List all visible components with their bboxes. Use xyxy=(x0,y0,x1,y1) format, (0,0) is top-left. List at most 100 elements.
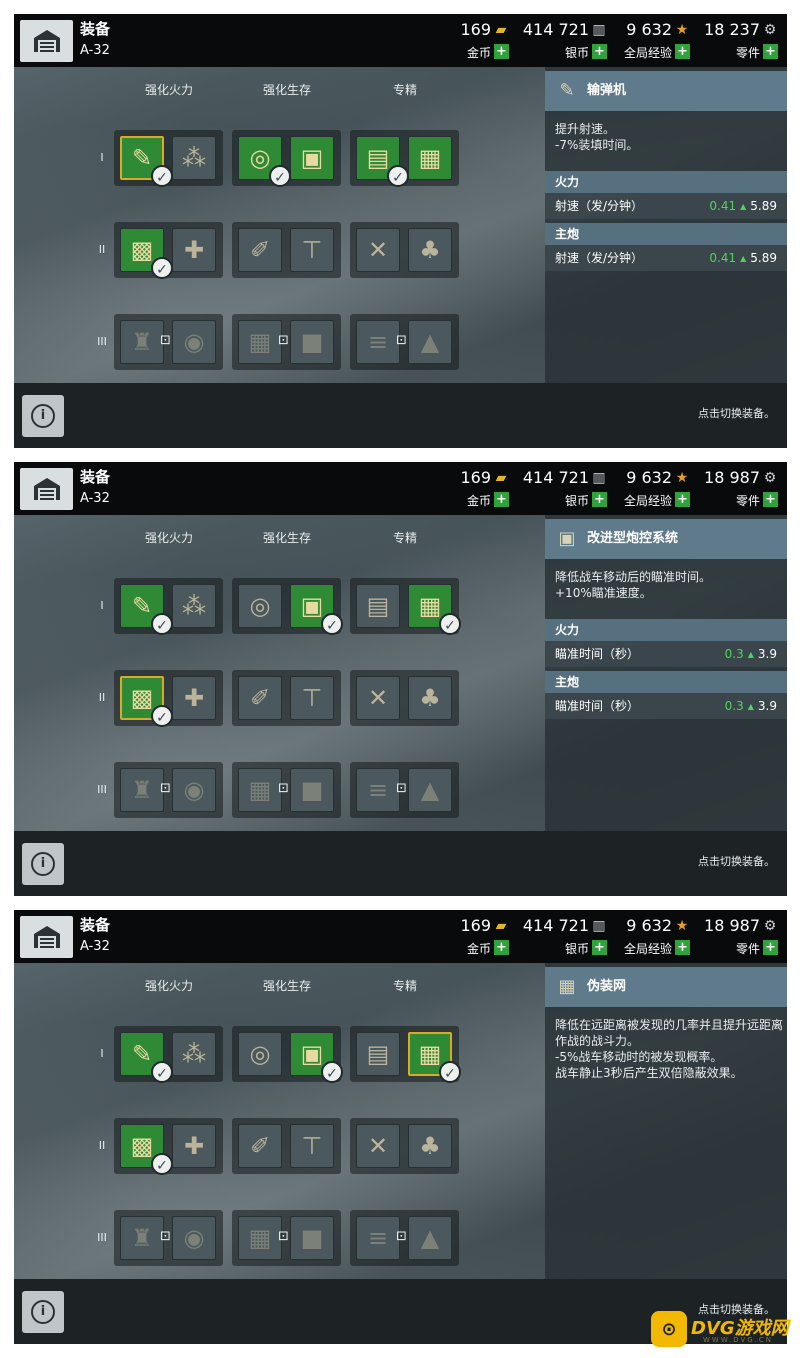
armor-kit-icon: ▣ xyxy=(300,144,324,172)
equipment-slot[interactable]: ▣ ✓ xyxy=(290,584,343,635)
equipment-slot[interactable]: ✎ ✓ xyxy=(120,584,173,635)
column-header: 强化火力 xyxy=(144,531,193,545)
gamepad-logo: ⊙ xyxy=(651,1311,687,1347)
garage-button[interactable] xyxy=(20,916,73,958)
equipment-slot[interactable]: ■ xyxy=(290,320,334,364)
equipment-slot[interactable]: ▦ xyxy=(238,320,282,364)
add-gear-button[interactable]: + xyxy=(763,492,778,507)
equipment-slot[interactable]: ▦ ✓ xyxy=(408,1032,461,1083)
equipment-slot[interactable]: ▦ ✓ xyxy=(408,584,461,635)
garage-button[interactable] xyxy=(20,20,73,62)
equipment-slot[interactable]: ✐ xyxy=(238,1124,282,1168)
equipment-slot[interactable]: ⊤ xyxy=(290,228,334,272)
tier-label: II xyxy=(98,691,106,704)
equipment-slot[interactable]: ✐ xyxy=(238,228,282,272)
equipment-slot[interactable]: ▦ xyxy=(408,136,452,180)
equipment-slot[interactable]: ⁂ xyxy=(172,136,216,180)
equipment-slot[interactable]: ✚ xyxy=(172,1124,216,1168)
equipment-slot[interactable]: ▩ ✓ xyxy=(120,228,173,279)
column-header: 专精 xyxy=(392,979,417,993)
gear-icon: ⚙ xyxy=(763,470,777,486)
equipment-slot[interactable]: ♜ xyxy=(120,320,164,364)
camo-net-icon: ▦ xyxy=(418,144,442,172)
equipment-slot[interactable]: ♜ xyxy=(120,768,164,812)
check-icon: ✓ xyxy=(151,613,173,635)
stat-value: 3.9 xyxy=(757,647,777,661)
info-button[interactable]: i xyxy=(22,395,64,437)
equipment-slot[interactable]: ✎ ✓ xyxy=(120,136,173,187)
add-gear-button[interactable]: + xyxy=(763,44,778,59)
equipment-slot[interactable]: ◎ xyxy=(238,584,282,628)
equipment-slot[interactable]: ▩ ✓ xyxy=(120,1124,173,1175)
turret-icon: ♜ xyxy=(131,1224,153,1252)
rammer-icon: ✎ xyxy=(559,80,575,101)
equipment-slot[interactable]: ✚ xyxy=(172,676,216,720)
equipment-slot[interactable]: ✎ ✓ xyxy=(120,1032,173,1083)
equipment-slot[interactable]: ▤ xyxy=(356,584,400,628)
cannon-icon: ▲ xyxy=(420,776,440,804)
equipment-slot[interactable]: ♣ xyxy=(408,228,452,272)
resource-label: 零件 xyxy=(735,942,760,956)
equipment-slot[interactable]: ✚ xyxy=(172,228,216,272)
info-header: ✎ 输弹机 xyxy=(545,71,787,111)
stat-row: 射速（发/分钟） 0.41 ▲ 5.89 xyxy=(545,193,787,219)
screen-title: 装备 xyxy=(80,468,111,486)
tool-box-icon: ⊤ xyxy=(301,1132,323,1160)
equipment-slot[interactable]: ✐ xyxy=(238,676,282,720)
equipment-slot[interactable]: ✕ xyxy=(356,676,400,720)
spall-liner-icon: ◎ xyxy=(249,1040,271,1068)
equipment-slot[interactable]: ♣ xyxy=(408,1124,452,1168)
switch-hint: 点击切换装备。 xyxy=(698,855,775,868)
gun-control-icon: ▤ xyxy=(366,592,390,620)
info-icon: i xyxy=(31,1300,55,1324)
equipment-slot[interactable]: ■ xyxy=(290,1216,334,1260)
equipment-slot[interactable]: ≡ xyxy=(356,1216,400,1260)
equipment-group: ◎ ▣ ✓ xyxy=(232,578,343,635)
equipment-group: ✐ ⊤ xyxy=(232,1118,341,1174)
equipment-slot[interactable]: ≡ xyxy=(356,320,400,364)
stat-value: 3.9 xyxy=(757,699,777,713)
stat-values: 0.41 ▲ 5.89 xyxy=(709,245,777,272)
equipment-screen: 装备 A-32 169 ▰ 金币 +414 721 ▥ 银币 +9 632 ★ 全局经验 +18 98… xyxy=(14,462,787,896)
equipment-slot[interactable]: ◎ ✓ xyxy=(238,136,291,187)
equipment-slot[interactable]: ⊤ xyxy=(290,1124,334,1168)
equipment-slot[interactable]: ▤ xyxy=(356,1032,400,1076)
equipment-slot[interactable]: ◉ xyxy=(172,768,216,812)
equipment-slot[interactable]: ✕ xyxy=(356,1124,400,1168)
armor-block-icon: ■ xyxy=(300,328,324,356)
equipment-slot[interactable]: ◎ xyxy=(238,1032,282,1076)
equipment-slot[interactable]: ⊤ xyxy=(290,676,334,720)
check-icon: ✓ xyxy=(151,1153,173,1175)
equipment-slot[interactable]: ▲ xyxy=(408,1216,452,1260)
equipment-slot[interactable]: ♣ xyxy=(408,676,452,720)
camo-icon: ▦ xyxy=(248,776,272,804)
equipment-slot[interactable]: ▲ xyxy=(408,768,452,812)
equipment-slot[interactable]: ▣ ✓ xyxy=(290,1032,343,1083)
equipment-slot[interactable]: ▲ xyxy=(408,320,452,364)
garage-button[interactable] xyxy=(20,468,73,510)
equipment-slot[interactable]: ▦ xyxy=(238,768,282,812)
top-bar: 装备 A-32 169 ▰ 金币 +414 721 ▥ 银币 +9 632 ★ 全局经验 +18 98… xyxy=(14,910,787,963)
equipment-slot[interactable]: ⁂ xyxy=(172,584,216,628)
resource-value: 18 237 xyxy=(704,20,760,39)
equipment-slot[interactable]: ■ xyxy=(290,768,334,812)
equipment-description: 降低战车移动后的瞄准时间。 +10%瞄准速度。 xyxy=(555,570,712,600)
equipment-slot[interactable]: ▣ xyxy=(290,136,334,180)
equipment-slot[interactable]: ◉ xyxy=(172,1216,216,1260)
resource-value: 169 xyxy=(460,468,491,487)
equipment-slot[interactable]: ⁂ xyxy=(172,1032,216,1076)
check-icon: ✓ xyxy=(321,1061,343,1083)
equipment-slot[interactable]: ≡ xyxy=(356,768,400,812)
equipment-slot[interactable]: ▩ ✓ xyxy=(120,676,173,727)
equipment-group: ✎ ✓ ⁂ xyxy=(114,130,223,187)
equipment-slot[interactable]: ▤ ✓ xyxy=(356,136,409,187)
armor-block-icon: ■ xyxy=(300,1224,324,1252)
info-button[interactable]: i xyxy=(22,1291,64,1333)
equipment-slot[interactable]: ♜ xyxy=(120,1216,164,1260)
equipment-slot[interactable]: ▦ xyxy=(238,1216,282,1260)
equipment-slot[interactable]: ◉ xyxy=(172,320,216,364)
stat-name: 瞄准时间（秒） xyxy=(555,699,640,713)
add-gear-button[interactable]: + xyxy=(763,940,778,955)
info-button[interactable]: i xyxy=(22,843,64,885)
equipment-slot[interactable]: ✕ xyxy=(356,228,400,272)
